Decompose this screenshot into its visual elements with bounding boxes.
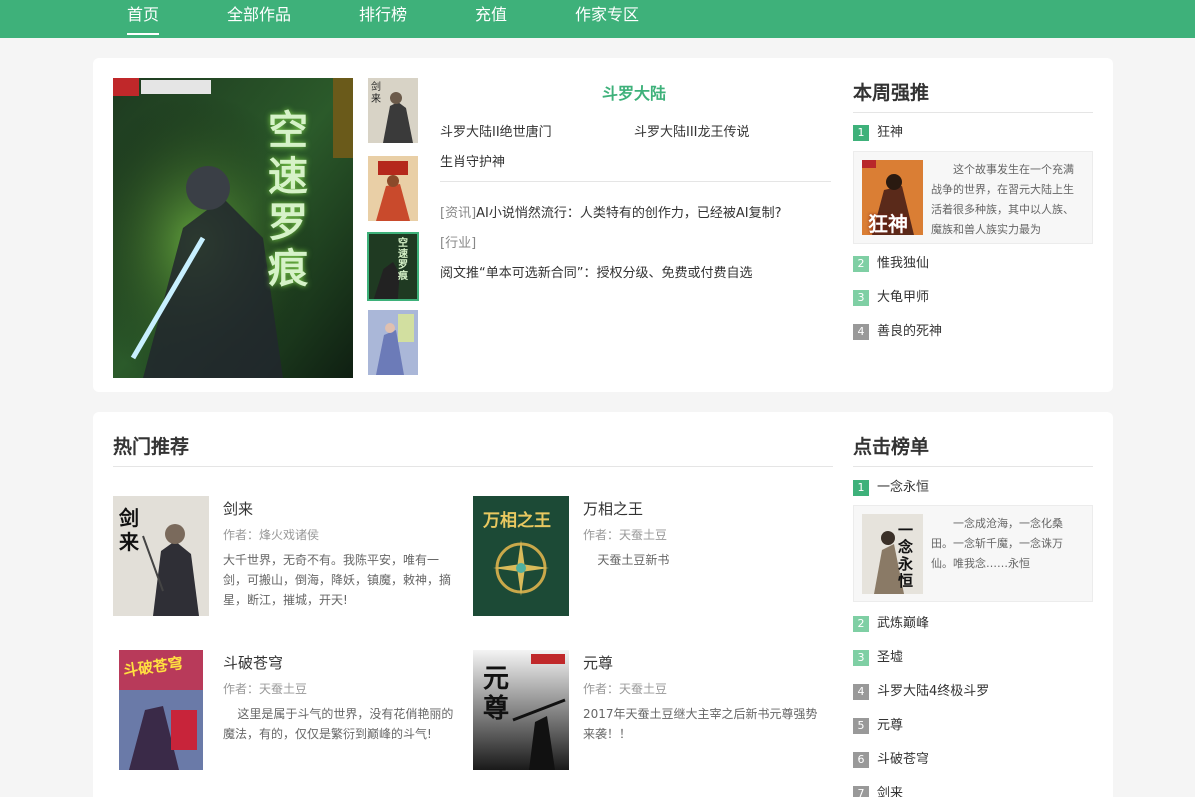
rank-label: 狂神 — [877, 125, 904, 140]
book-author: 作者：天蚕土豆 — [583, 682, 668, 696]
click-rank-item[interactable]: 2 武炼巅峰 — [853, 615, 929, 633]
book-author: 作者：天蚕土豆 — [583, 528, 668, 542]
rank-label: 圣墟 — [877, 650, 904, 665]
news-link[interactable]: [资讯]AI小说悄然流行：人类特有的创作力，已经被AI复制? — [440, 202, 782, 221]
rank-number: 7 — [853, 786, 869, 797]
book-title[interactable]: 万相之王 — [583, 498, 643, 519]
cover-thumbnail-3[interactable]: 空速罗痕 — [367, 232, 419, 301]
hot-recommend-title: 热门推荐 — [113, 436, 190, 458]
news-text: AI小说悄然流行：人类特有的创作力，已经被AI复制? — [476, 206, 782, 221]
click-rank-item[interactable]: 3 圣墟 — [853, 649, 903, 667]
book-cover-text: 元尊 — [483, 664, 510, 724]
news-tag: [资讯] — [440, 206, 477, 221]
news-link[interactable]: [行业] — [440, 232, 476, 251]
book-title[interactable]: 斗破苍穹 — [223, 652, 283, 673]
book-desc: 大千世界，无奇不有。我陈平安，唯有一剑，可搬山，倒海，降妖，镇魔，敕神，摘星，断… — [223, 553, 452, 607]
click-top-desc: 一念成沧海，一念化桑田。一念斩千魔，一念诛万仙。唯我念……永恒 — [931, 517, 1063, 570]
book-title[interactable]: 元尊 — [583, 652, 613, 673]
book-cover[interactable]: 万相之王 — [473, 496, 569, 616]
book-cover-text: 万相之王 — [483, 511, 551, 531]
divider — [853, 112, 1093, 113]
related-book-link[interactable]: 生肖守护神 — [440, 151, 505, 170]
rank-label: 惟我独仙 — [877, 256, 930, 271]
divider — [113, 466, 833, 467]
weekly-top-detail[interactable]: 狂神 这个故事发生在一个充满战争的世界，在習元大陆上生活着很多种族，其中以人族、… — [853, 151, 1093, 244]
hot-panel: 热门推荐 剑来 剑来 作者：烽火戏诸侯 大千世界，无奇不有。我陈平安，唯有一剑，… — [93, 412, 1113, 797]
click-rank-item[interactable]: 4 斗罗大陆4终极斗罗 — [853, 683, 989, 701]
related-book-link[interactable]: 斗罗大陆III龙王传说 — [634, 121, 750, 140]
book-desc: 2017年天蚕土豆继大主宰之后新书元尊强势来袭！！ — [583, 707, 818, 741]
book-cover[interactable]: 元尊 — [473, 650, 569, 770]
weekly-picks-title: 本周强推 — [853, 82, 930, 104]
click-rank-item[interactable]: 1 一念永恒 — [853, 479, 929, 497]
weekly-rank-item[interactable]: 1 狂神 — [853, 124, 903, 142]
nav-all-works[interactable]: 全部作品 — [227, 0, 291, 38]
click-top-detail[interactable]: 一念永恒 一念成沧海，一念化桑田。一念斩千魔，一念诛万仙。唯我念……永恒 — [853, 505, 1093, 602]
rank-label: 大龟甲师 — [877, 290, 930, 305]
weekly-rank-item[interactable]: 2 惟我独仙 — [853, 255, 929, 273]
nav-recharge[interactable]: 充值 — [475, 0, 507, 38]
news-tag: [行业] — [440, 236, 477, 251]
rank-number: 2 — [853, 256, 869, 272]
cover-thumbnail-2[interactable] — [368, 156, 418, 221]
nav-rankings[interactable]: 排行榜 — [359, 0, 407, 38]
rank-number: 4 — [853, 324, 869, 340]
divider — [853, 466, 1093, 467]
news-link[interactable]: 阅文推“单本可选新合同”：授权分级、免费或付费自选 — [440, 262, 752, 281]
top-nav: 首页 全部作品 排行榜 充值 作家专区 — [0, 0, 1195, 38]
divider — [440, 181, 831, 182]
book-author: 作者：天蚕土豆 — [223, 682, 308, 696]
weekly-top-desc: 这个故事发生在一个充满战争的世界，在習元大陆上生活着很多种族，其中以人族、魔族和… — [931, 163, 1074, 236]
click-rank-item[interactable]: 6 斗破苍穹 — [853, 751, 929, 769]
book-author: 作者：烽火戏诸侯 — [223, 528, 320, 542]
weekly-top-cover-text: 狂神 — [868, 212, 908, 235]
rank-label: 善良的死神 — [877, 324, 943, 339]
click-top-cover: 一念永恒 — [862, 514, 923, 594]
weekly-top-cover: 狂神 — [862, 160, 923, 235]
book-cover[interactable]: 剑来 — [113, 496, 209, 616]
cover-thumbnail-1[interactable]: 剑来 — [368, 78, 418, 143]
rank-label: 斗罗大陆4终极斗罗 — [877, 684, 990, 699]
rank-label: 元尊 — [877, 718, 904, 733]
rank-number: 3 — [853, 290, 869, 306]
featured-book-title[interactable]: 斗罗大陆 — [434, 80, 834, 104]
featured-panel: 空速罗痕 剑来 空速罗痕 斗罗大陆 斗罗大陆II绝世唐门 斗罗大陆III龙王传说… — [93, 58, 1113, 392]
nav-home[interactable]: 首页 — [127, 0, 160, 38]
book-desc: 天蚕土豆新书 — [597, 553, 670, 567]
thumbnail-1-text: 剑来 — [371, 82, 381, 105]
rank-number: 1 — [853, 480, 869, 496]
rank-label: 剑来 — [877, 786, 904, 797]
click-rankings-title: 点击榜单 — [853, 436, 930, 458]
rank-number: 1 — [853, 125, 869, 141]
rank-number: 2 — [853, 616, 869, 632]
book-title[interactable]: 剑来 — [223, 498, 253, 519]
thumbnail-3-text: 空速罗痕 — [398, 238, 408, 282]
rank-label: 一念永恒 — [877, 480, 930, 495]
featured-cover-title: 空速罗痕 — [268, 108, 308, 292]
rank-number: 6 — [853, 752, 869, 768]
book-desc: 这里是属于斗气的世界，没有花俏艳丽的魔法，有的，仅仅是繁衍到巅峰的斗气! — [223, 707, 454, 741]
rank-label: 武炼巅峰 — [877, 616, 930, 631]
rank-number: 3 — [853, 650, 869, 666]
book-cover-text: 剑来 — [119, 506, 139, 554]
cover-thumbnail-4[interactable] — [368, 310, 418, 375]
nav-author-zone[interactable]: 作家专区 — [575, 0, 639, 38]
featured-cover[interactable]: 空速罗痕 — [113, 78, 353, 378]
rank-number: 5 — [853, 718, 869, 734]
weekly-rank-item[interactable]: 4 善良的死神 — [853, 323, 942, 341]
click-rank-item[interactable]: 5 元尊 — [853, 717, 903, 735]
rank-label: 斗破苍穹 — [877, 752, 930, 767]
rank-number: 4 — [853, 684, 869, 700]
related-book-link[interactable]: 斗罗大陆II绝世唐门 — [440, 121, 552, 140]
news-text: 阅文推“单本可选新合同”：授权分级、免费或付费自选 — [440, 266, 753, 281]
click-rank-item[interactable]: 7 剑来 — [853, 785, 903, 797]
click-top-cover-text: 一念永恒 — [898, 521, 914, 590]
book-cover[interactable]: 斗破苍穹 — [119, 650, 203, 770]
weekly-rank-item[interactable]: 3 大龟甲师 — [853, 289, 929, 307]
